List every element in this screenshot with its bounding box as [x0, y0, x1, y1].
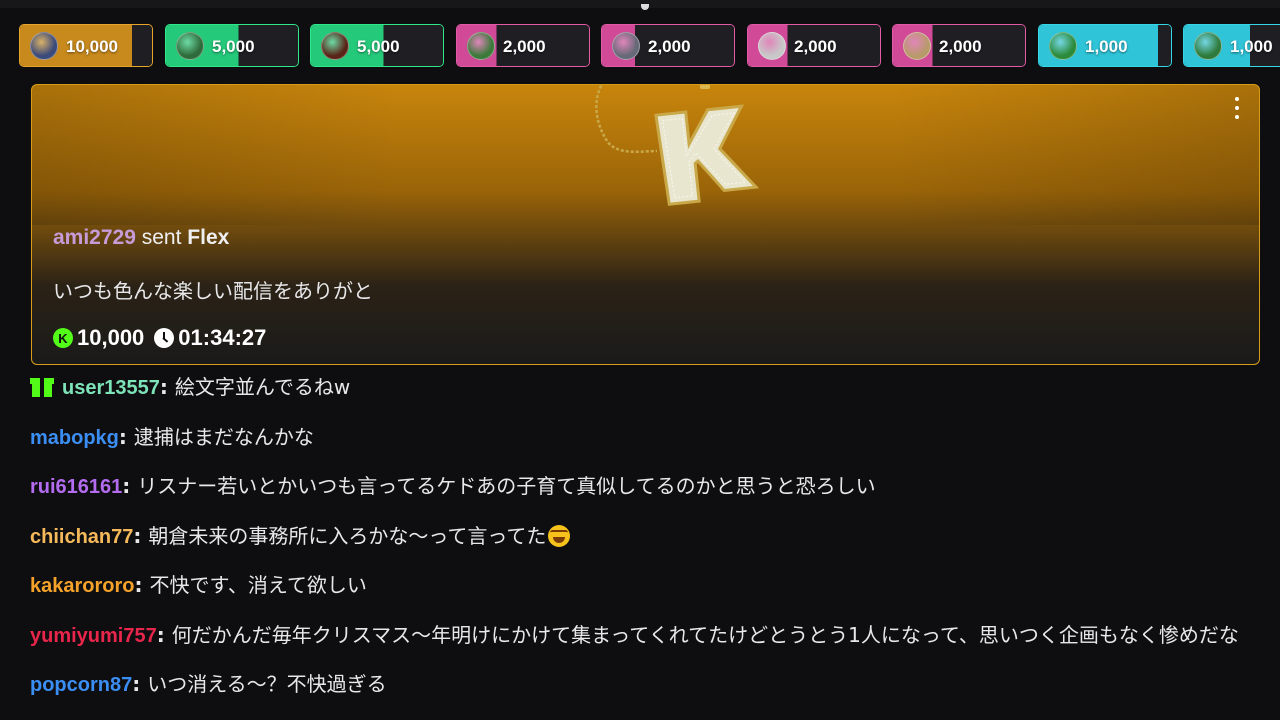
tipper-avatar: [30, 32, 58, 60]
chat-separator: :: [159, 375, 175, 399]
clock-icon: [154, 328, 175, 348]
chat-message: rui616161: リスナー若いとかいつも言ってるケドあの子育て真似してるのか…: [30, 469, 1265, 504]
chat-text: 絵文字並んでるねw: [174, 375, 351, 399]
chat-message: chiichan77: 朝倉未来の事務所に入ろかな〜って言ってた: [30, 519, 1265, 554]
chat-text: いつ消える〜？不快過ぎる: [147, 672, 387, 696]
flex-username[interactable]: ami2729: [53, 226, 136, 249]
flex-message: いつも色んな楽しい配信をありがと: [53, 279, 373, 303]
top-edge: [0, 0, 1280, 10]
tip-amount: 2,000: [648, 37, 691, 56]
flex-gift-card: ami2729 sent Flex いつも色んな楽しい配信をありがと K 10,…: [31, 84, 1260, 365]
tip-amount: 10,000: [66, 37, 118, 56]
tip-chip[interactable]: 5,000: [310, 24, 444, 67]
rofl-emoji-icon: [548, 524, 571, 547]
chat-text: 逮捕はまだなんかな: [133, 424, 314, 449]
tipper-avatar: [903, 32, 931, 60]
chat-message: kakarororo: 不快です、消えて欲しい: [30, 568, 1265, 603]
tipper-avatar: [1194, 32, 1222, 60]
chat-username[interactable]: user13557: [62, 377, 160, 399]
gift-icon: [30, 374, 54, 398]
chat-username[interactable]: chiichan77: [30, 526, 133, 548]
flex-meta: K 10,000 01:34:27: [53, 325, 266, 351]
flex-sent-word: sent: [141, 226, 182, 249]
chat-separator: :: [122, 474, 138, 498]
chat-message: popcorn87: いつ消える〜？不快過ぎる: [30, 667, 1265, 702]
tip-chip[interactable]: 2,000: [892, 24, 1026, 67]
chat-message: yumiyumi757: 何だかんだ毎年クリスマス〜年明けにかけて集まってくれて…: [30, 618, 1265, 653]
chat-separator: :: [118, 424, 134, 449]
chat-list: user13557: 絵文字並んでるねw mabopkg: 逮捕はまだなんかな ru…: [30, 370, 1265, 717]
chat-text: 不快です、消えて欲しい: [149, 573, 367, 597]
tip-chip[interactable]: 1,000: [1183, 24, 1280, 67]
chat-username[interactable]: popcorn87: [30, 674, 132, 696]
chat-message: user13557: 絵文字並んでるねw: [30, 370, 1265, 405]
kick-coin-icon: K: [53, 328, 73, 348]
flex-sender-line: ami2729 sent Flex: [53, 226, 229, 250]
tipper-avatar: [176, 32, 204, 60]
tip-chip[interactable]: 1,000: [1038, 24, 1172, 67]
chat-separator: :: [156, 622, 172, 647]
tip-amount: 2,000: [939, 37, 982, 56]
chat-username[interactable]: yumiyumi757: [30, 625, 157, 647]
tip-amount: 5,000: [212, 37, 255, 56]
tip-amount: 1,000: [1230, 37, 1273, 56]
chat-username[interactable]: rui616161: [30, 476, 122, 498]
chat-separator: :: [133, 523, 149, 548]
chat-message: mabopkg: 逮捕はまだなんかな: [30, 420, 1265, 455]
tip-chip[interactable]: 2,000: [601, 24, 735, 67]
tipper-avatar: [612, 32, 640, 60]
chat-username[interactable]: mabopkg: [30, 427, 119, 449]
chat-separator: :: [134, 573, 150, 597]
tip-amount: 1,000: [1085, 37, 1128, 56]
tipper-avatar: [467, 32, 495, 60]
chat-separator: :: [132, 672, 148, 696]
tip-amount: 5,000: [357, 37, 400, 56]
tip-chip[interactable]: 2,000: [747, 24, 881, 67]
tip-amount: 2,000: [794, 37, 837, 56]
tipper-avatar: [1049, 32, 1077, 60]
tipper-avatar: [758, 32, 786, 60]
flex-gift-name: Flex: [187, 226, 230, 249]
chat-username[interactable]: kakarororo: [30, 575, 135, 597]
chat-text: 朝倉未来の事務所に入ろかな〜って言ってた: [148, 523, 547, 548]
flex-amount: 10,000: [77, 325, 145, 350]
tip-chip[interactable]: 2,000: [456, 24, 590, 67]
chat-text: 何だかんだ毎年クリスマス〜年明けにかけて集まってくれてたけどとうとう1人になって…: [171, 622, 1239, 647]
tip-chip[interactable]: 10,000: [19, 24, 153, 67]
more-options-icon[interactable]: [1227, 97, 1247, 119]
tip-chip[interactable]: 5,000: [165, 24, 299, 67]
tip-leaderboard: 10,000 5,000 5,000 2,000 2,000 2,000 2,000 1,00…: [0, 22, 1280, 72]
tip-amount: 2,000: [503, 37, 546, 56]
chat-text: リスナー若いとかいつも言ってるケドあの子育て真似してるのかと思うと恐ろしい: [137, 474, 876, 498]
tipper-avatar: [321, 32, 349, 60]
flex-timer: 01:34:27: [178, 325, 267, 350]
scroll-indicator: [641, 4, 649, 10]
k-chain-pendant-image: [595, 85, 760, 206]
